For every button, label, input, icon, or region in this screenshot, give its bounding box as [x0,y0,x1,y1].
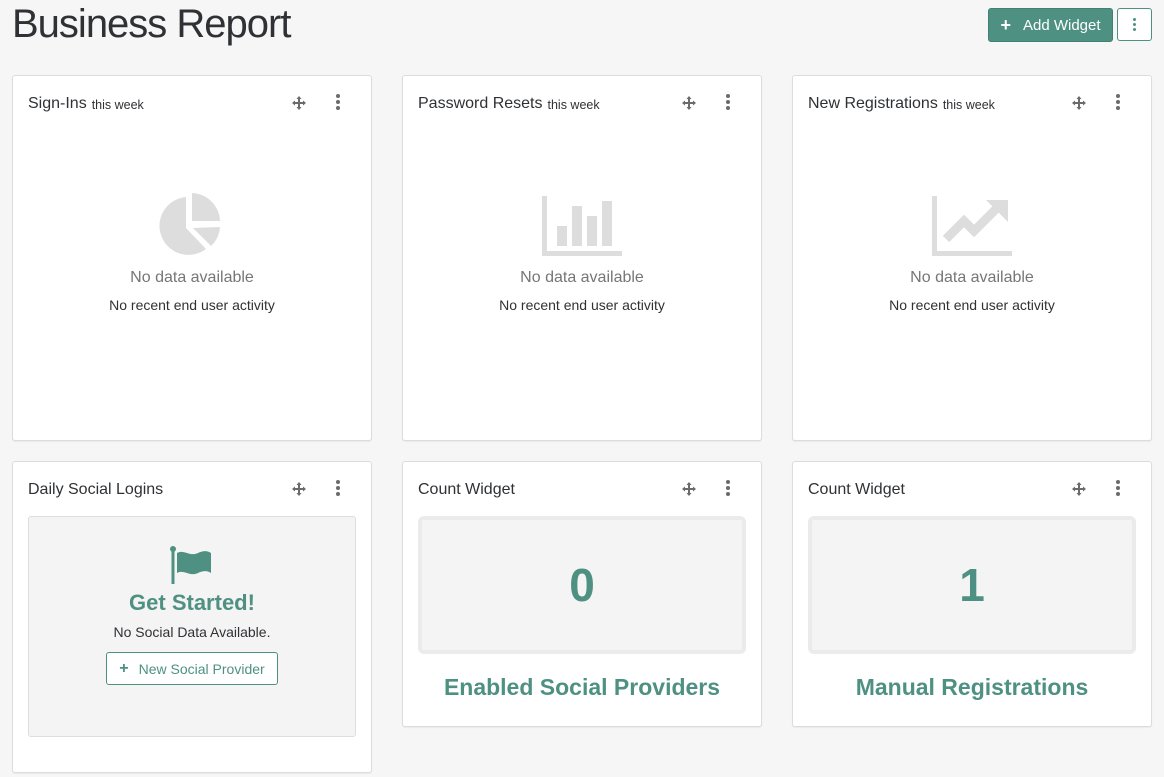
vertical-ellipsis-icon [1133,18,1136,31]
widget-subtitle: this week [547,98,600,112]
empty-title: No data available [910,269,1034,286]
widget-count-manual-registrations: Count Widget 1 Manual Registrations [792,461,1152,727]
widget-header: Count Widget [418,480,746,500]
empty-state: No data available No recent end user act… [13,191,371,313]
move-icon[interactable] [682,482,696,496]
widget-menu-button[interactable] [1112,480,1124,496]
vertical-ellipsis-icon [726,480,730,496]
count-box: 1 [808,516,1136,654]
widget-header: Daily Social Logins [28,480,356,500]
pie-chart-icon [159,193,220,255]
page-menu-button[interactable] [1117,8,1152,41]
widget-title: New Registrations [808,95,938,112]
no-social-data-text: No Social Data Available. [113,624,271,640]
count-box: 0 [418,516,746,654]
vertical-ellipsis-icon [336,480,340,496]
widget-title: Count Widget [418,481,515,498]
widget-title: Sign-Ins [28,95,87,112]
move-icon[interactable] [1072,96,1086,110]
bar-chart-icon [542,196,622,256]
widget-menu-button[interactable] [332,480,344,496]
flag-icon [170,546,211,584]
widget-title: Password Resets [418,95,543,112]
widget-menu-button[interactable] [332,94,344,110]
empty-title: No data available [130,269,254,286]
widget-header: Count Widget [808,480,1136,500]
widget-title: Count Widget [808,481,905,498]
widget-subtitle: this week [91,98,144,112]
line-chart-icon [932,196,1012,256]
page-title: Business Report [12,2,291,46]
vertical-ellipsis-icon [336,94,340,110]
move-icon[interactable] [292,96,306,110]
count-label: Manual Registrations [855,674,1089,700]
count-label: Enabled Social Providers [443,674,721,700]
widget-menu-button[interactable] [722,94,734,110]
get-started-title: Get Started! [129,590,255,615]
widget-daily-social-logins: Daily Social Logins Get Started! No Soci… [12,461,372,773]
empty-subtitle: No recent end user activity [889,297,1055,313]
empty-title: No data available [520,269,644,286]
plus-icon: + [119,659,129,677]
add-widget-button[interactable]: + Add Widget [988,8,1113,42]
widget-password-resets: Password Resets this week No data availa… [402,75,762,441]
widget-menu-button[interactable] [1112,94,1124,110]
move-icon[interactable] [1072,482,1086,496]
count-value: 0 [569,559,595,611]
vertical-ellipsis-icon [1116,94,1120,110]
empty-subtitle: No recent end user activity [499,297,665,313]
count-value: 1 [959,559,985,611]
widget-title: Daily Social Logins [28,481,164,498]
move-icon[interactable] [292,482,306,496]
widget-subtitle: this week [942,98,995,112]
widget-header: Password Resets this week [418,94,746,114]
widget-new-registrations: New Registrations this week No data avai… [792,75,1152,441]
widget-menu-button[interactable] [722,480,734,496]
plus-icon: + [1000,15,1011,35]
vertical-ellipsis-icon [726,94,730,110]
move-icon[interactable] [682,96,696,110]
new-social-provider-label: New Social Provider [138,660,265,677]
widget-sign-ins: Sign-Ins this week No data available No … [12,75,372,441]
social-empty-panel: Get Started! No Social Data Available. +… [28,516,356,737]
empty-state: No data available No recent end user act… [403,191,761,313]
widget-count-enabled-social-providers: Count Widget 0 Enabled Social Providers [402,461,762,727]
vertical-ellipsis-icon [1116,480,1120,496]
add-widget-label: Add Widget [1022,16,1101,34]
empty-state: No data available No recent end user act… [793,191,1151,313]
empty-subtitle: No recent end user activity [109,297,275,313]
widget-header: Sign-Ins this week [28,94,356,114]
new-social-provider-button[interactable]: + New Social Provider [106,652,278,685]
widget-header: New Registrations this week [808,94,1136,114]
